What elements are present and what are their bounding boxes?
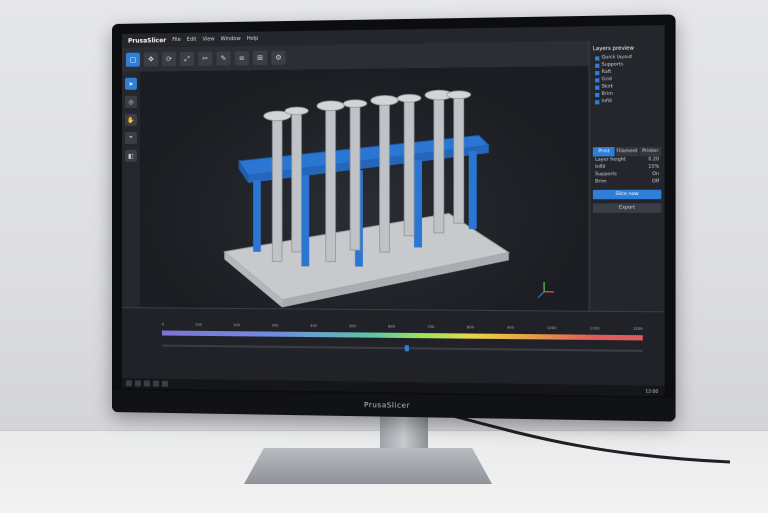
rotate-tool-icon[interactable]: ⟳ bbox=[162, 52, 176, 66]
taskbar-app-icon[interactable] bbox=[153, 381, 159, 387]
3d-viewport[interactable] bbox=[140, 66, 589, 312]
support-paint-icon[interactable]: ✎ bbox=[216, 51, 230, 65]
cut-tool-icon[interactable]: ✂ bbox=[198, 52, 212, 66]
orbit-icon[interactable]: ◎ bbox=[125, 96, 137, 108]
setting-row[interactable]: BrimOff bbox=[593, 178, 661, 186]
start-icon[interactable] bbox=[126, 380, 132, 386]
select-tool-icon[interactable]: ▢ bbox=[126, 53, 140, 67]
taskbar-clock: 12:00 bbox=[645, 388, 658, 393]
app-logo: PrusaSlicer bbox=[128, 37, 166, 45]
object-list-item[interactable]: Infill bbox=[593, 97, 661, 105]
tab-printer[interactable]: Printer bbox=[639, 147, 661, 157]
model-render bbox=[140, 66, 589, 312]
monitor: PrusaSlicer File Edit View Window Help ▢… bbox=[112, 14, 676, 421]
view-icon[interactable]: ◧ bbox=[125, 150, 137, 162]
menu-help[interactable]: Help bbox=[247, 36, 259, 42]
settings-tabs: Print Filament Printer bbox=[593, 147, 661, 157]
left-tool-rail: ➤ ◎ ✋ ⌖ ◧ bbox=[122, 72, 140, 309]
tab-print[interactable]: Print bbox=[593, 147, 615, 157]
timeline-handle[interactable] bbox=[405, 345, 409, 351]
tab-filament[interactable]: Filament bbox=[616, 147, 638, 157]
layers-icon[interactable]: ≡ bbox=[235, 51, 249, 65]
settings-icon[interactable]: ⚙ bbox=[271, 50, 285, 64]
monitor-brand: PrusaSlicer bbox=[364, 401, 410, 410]
right-settings-panel: Layers preview Quick layout Supports Raf… bbox=[589, 40, 665, 313]
menu-file[interactable]: File bbox=[172, 37, 180, 43]
panel-title: Layers preview bbox=[593, 45, 661, 52]
taskbar-app-icon[interactable] bbox=[135, 380, 141, 386]
move-tool-icon[interactable]: ✥ bbox=[144, 52, 158, 66]
taskbar-app-icon[interactable] bbox=[144, 380, 150, 386]
monitor-screen: PrusaSlicer File Edit View Window Help ▢… bbox=[122, 25, 665, 396]
menu-window[interactable]: Window bbox=[221, 36, 241, 42]
timeline-track[interactable] bbox=[162, 345, 643, 352]
axis-gizmo-icon bbox=[538, 282, 554, 298]
taskbar-app-icon[interactable] bbox=[162, 381, 168, 387]
measure-icon[interactable]: ⌖ bbox=[125, 132, 137, 144]
export-button[interactable]: Export bbox=[593, 203, 661, 212]
slice-button[interactable]: Slice now bbox=[593, 190, 661, 200]
layer-timeline: 0100 200300 400500 600700 800900 1000110… bbox=[122, 307, 665, 396]
pan-icon[interactable]: ✋ bbox=[125, 114, 137, 126]
menu-view[interactable]: View bbox=[203, 36, 215, 42]
menu-edit[interactable]: Edit bbox=[187, 37, 197, 43]
cursor-icon[interactable]: ➤ bbox=[125, 78, 137, 90]
monitor-stand-base bbox=[244, 448, 492, 484]
arrange-icon[interactable]: ⊞ bbox=[253, 51, 267, 65]
scale-tool-icon[interactable]: ⤢ bbox=[180, 52, 194, 66]
